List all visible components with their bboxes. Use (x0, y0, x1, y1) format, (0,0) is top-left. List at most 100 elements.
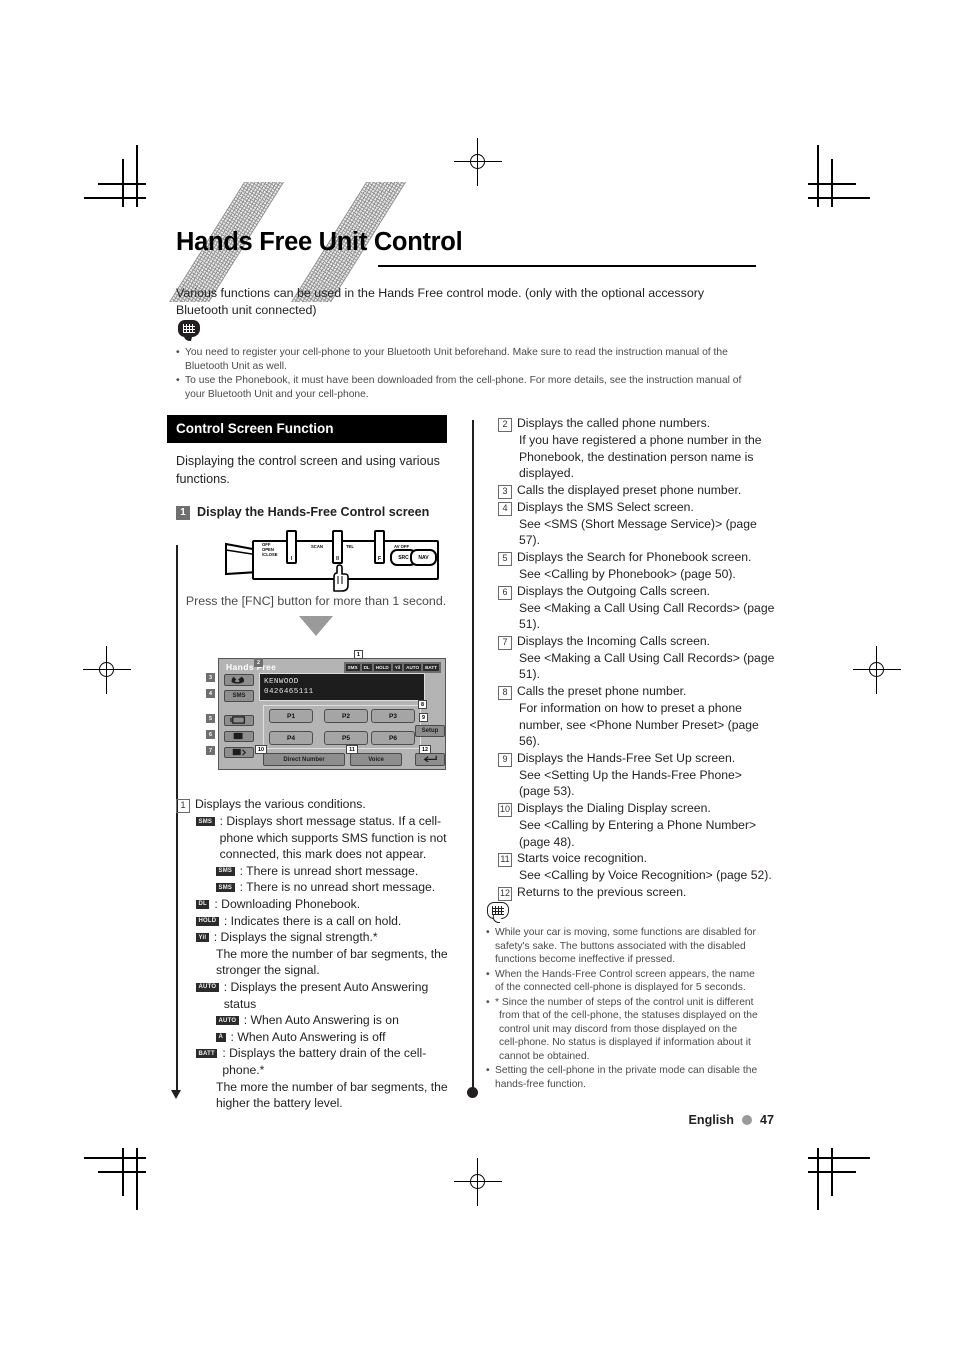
faceplate-button-1[interactable]: I (286, 530, 297, 564)
right-definition-list: 2 Displays the called phone numbers. If y… (498, 415, 776, 901)
faceplate-button-2[interactable]: II (332, 530, 343, 564)
list-item-sub: See <Calling by Phonebook> (page 50). (498, 566, 776, 583)
status-icon-auto-answer: AUTO (404, 664, 422, 671)
lcd-incoming-calls-button[interactable] (224, 747, 254, 758)
list-item: AUTO : Displays the present Auto Answeri… (176, 979, 456, 1012)
item-number: 3 (498, 484, 512, 499)
status-icon-signal: Yil (392, 664, 403, 671)
lcd-preset-p1[interactable]: P1 (269, 709, 313, 723)
item-text: Displays the various conditions. (195, 797, 366, 811)
item-text: Displays the Search for Phonebook screen… (517, 549, 752, 564)
list-item-sub: See <Setting Up the Hands-Free Phone> (p… (498, 767, 776, 800)
lcd-panel: Hands Free SMS DL HOLD Yil AUTO BATT KEN… (218, 658, 446, 770)
list-item-sub: See <SMS (Short Message Service)> (page … (498, 516, 776, 549)
list-item: 6 Displays the Outgoing Calls screen. (498, 583, 776, 600)
flow-line-right (472, 420, 474, 1092)
bullet-glyph: • (486, 968, 490, 980)
callout-5: 5 (206, 714, 215, 723)
section-description: Displaying the control screen and using … (176, 454, 440, 486)
faceplate-button-fnc[interactable]: F (374, 530, 385, 564)
item-subtext: If you have registered a phone number in… (519, 433, 762, 481)
item-number: 6 (498, 585, 512, 600)
press-instruction: Press the [FNC] button for more than 1 s… (185, 594, 447, 608)
item-text: : Displays the signal strength.* (213, 930, 378, 945)
lcd-preset-p2[interactable]: P2 (324, 709, 368, 723)
callout-3: 3 (206, 673, 215, 682)
callout-6: 6 (206, 730, 215, 739)
callout-10: 10 (255, 745, 267, 754)
item-subtext: For information on how to preset a phone… (519, 700, 759, 749)
item-subtext: See <Calling by Voice Recognition> (page… (519, 868, 772, 883)
lcd-voice-button[interactable]: Voice (350, 753, 402, 766)
lcd-return-button[interactable] (415, 753, 445, 766)
faceplate-caption-tel: TEL (346, 544, 354, 549)
registration-mark-right (853, 646, 901, 694)
faceplate-button-nav[interactable]: NAV (410, 549, 437, 566)
item-text: Displays the Hands-Free Set Up screen. (517, 750, 736, 765)
status-icon-dl: DL (361, 664, 372, 671)
lcd-call-button[interactable] (224, 674, 254, 686)
bottom-notes-list: • While your car is moving, some functio… (486, 926, 758, 1092)
item-text: : Displays the battery drain of the cell… (222, 1046, 427, 1077)
item-text: : Displays short message status. If a ce… (219, 814, 447, 862)
title-rule (378, 265, 756, 267)
lcd-direct-number-button[interactable]: Direct Number (263, 753, 345, 766)
note-item: • To use the Phonebook, it must have bee… (176, 374, 756, 401)
item-number: 11 (498, 853, 512, 868)
item-text: Displays the Dialing Display screen. (517, 800, 711, 815)
item-text: : Indicates there is a call on hold. (223, 913, 402, 928)
battery-level-icon: BATT (196, 1049, 218, 1059)
item-text: : There is unread short message. (239, 863, 419, 878)
list-item-sub: If you have registered a phone number in… (498, 432, 776, 482)
item-number: 9 (498, 752, 512, 767)
item-number: 5 (498, 551, 512, 566)
note-item: • Setting the cell-phone in the private … (486, 1064, 758, 1091)
lcd-sms-button[interactable]: SMS (224, 690, 254, 702)
lcd-status-bar: SMS DL HOLD Yil AUTO BATT (343, 662, 441, 673)
item-number: 4 (498, 501, 512, 516)
callout-7: 7 (206, 746, 215, 755)
footer-page-number: 47 (759, 1113, 774, 1127)
list-item: 5 Displays the Search for Phonebook scree… (498, 549, 776, 566)
status-icon-hold: HOLD (373, 664, 391, 671)
page-title: Hands Free Unit Control (176, 228, 463, 256)
lcd-preset-p3[interactable]: P3 (371, 709, 415, 723)
signal-strength-icon: Yil (196, 933, 209, 943)
lcd-phonebook-button[interactable] (224, 715, 254, 726)
faceplate-caption-scan: SCAN (311, 544, 323, 549)
note-text: When the Hands-Free Control screen appea… (495, 968, 755, 994)
bullet-glyph: • (486, 927, 490, 938)
item-subtext: See <Calling by Phonebook> (page 50). (519, 566, 736, 581)
lcd-preset-p4[interactable]: P4 (269, 731, 313, 745)
crop-mark-bottom-left (84, 1148, 146, 1210)
call-icon (231, 676, 245, 684)
bullet-glyph: • (486, 1065, 490, 1076)
list-item: SMS : There is no unread short message. (176, 879, 456, 896)
lcd-info-line-1: KENWOOD (264, 678, 299, 686)
list-item: 10 Displays the Dialing Display screen. (498, 800, 776, 817)
lcd-setup-button[interactable]: Setup (415, 725, 445, 737)
lcd-info-line-2: 0426465111 (264, 688, 314, 696)
note-item: • * Since the number of steps of the con… (486, 996, 758, 1064)
left-column: Control Screen Function Displaying the c… (167, 415, 456, 1112)
status-icon-sms: SMS (345, 664, 360, 671)
lcd-preset-p6[interactable]: P6 (371, 731, 415, 745)
step-1: 1 Display the Hands-Free Control screen (176, 504, 456, 520)
callout-1: 1 (354, 650, 363, 659)
sms-unread-icon: SMS (216, 866, 235, 876)
list-item: The more the number of bar segments, the… (176, 946, 456, 979)
down-arrow-icon (299, 616, 333, 636)
item-text: : Downloading Phonebook. (214, 896, 361, 911)
lcd-outgoing-calls-button[interactable] (224, 731, 254, 742)
list-item: 11 Starts voice recognition. (498, 850, 776, 868)
lcd-preset-p5[interactable]: P5 (324, 731, 368, 745)
list-item: 8 Calls the preset phone number. (498, 683, 776, 700)
right-column: 2 Displays the called phone numbers. If y… (498, 415, 776, 901)
note-text: While your car is moving, some functions… (495, 927, 756, 965)
note-item: • You need to register your cell-phone t… (176, 346, 756, 373)
incoming-call-icon (232, 748, 247, 756)
sms-read-icon: SMS (216, 883, 235, 893)
item-number: 1 (176, 799, 190, 813)
list-item: A : When Auto Answering is off (176, 1029, 456, 1046)
callout-9: 9 (419, 713, 428, 722)
